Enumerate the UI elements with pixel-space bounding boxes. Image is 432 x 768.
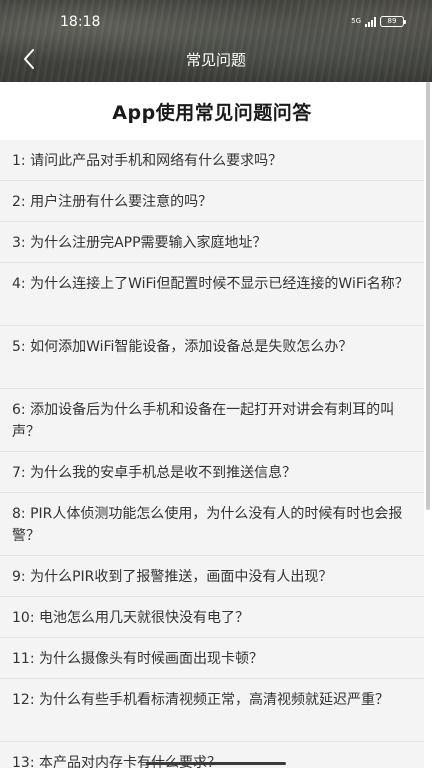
battery-icon: 89 xyxy=(380,16,406,27)
faq-item[interactable]: 12: 为什么有些手机看标清视频正常，高清视频就延迟严重？ xyxy=(0,679,424,742)
faq-list: 1: 请问此产品对手机和网络有什么要求吗？ 2: 用户注册有什么要注意的吗？ 3… xyxy=(0,140,424,768)
faq-item[interactable]: 3: 为什么注册完APP需要输入家庭地址？ xyxy=(0,222,424,263)
faq-item[interactable]: 4: 为什么连接上了WiFi但配置时候不显示已经连接的WiFi名称？ xyxy=(0,263,424,326)
faq-item-text: 2: 用户注册有什么要注意的吗？ xyxy=(12,194,213,210)
status-indicators: 5G 89 xyxy=(351,16,406,27)
faq-content[interactable]: App使用常见问题问答 1: 请问此产品对手机和网络有什么要求吗？ 2: 用户注… xyxy=(0,82,424,768)
network-type-label: 5G xyxy=(351,17,361,25)
scrollbar[interactable] xyxy=(426,82,430,768)
faq-item[interactable]: 7: 为什么我的安卓手机总是收不到推送信息？ xyxy=(0,452,424,493)
faq-item[interactable]: 6: 添加设备后为什么手机和设备在一起打开对讲会有刺耳的叫声？ xyxy=(0,389,424,452)
faq-item[interactable]: 2: 用户注册有什么要注意的吗？ xyxy=(0,181,424,222)
faq-item[interactable]: 1: 请问此产品对手机和网络有什么要求吗？ xyxy=(0,140,424,181)
faq-item-text: 1: 请问此产品对手机和网络有什么要求吗？ xyxy=(12,153,283,169)
faq-item[interactable]: 11: 为什么摄像头有时候画面出现卡顿？ xyxy=(0,638,424,679)
faq-item-text: 9: 为什么PIR收到了报警推送，画面中没有人出现？ xyxy=(12,569,333,585)
faq-item[interactable]: 8: PIR人体侦测功能怎么使用，为什么没有人的时候有时也会报警？ xyxy=(0,493,424,556)
faq-item[interactable]: 10: 电池怎么用几天就很快没有电了？ xyxy=(0,597,424,638)
scroll-thumb[interactable] xyxy=(426,82,430,510)
page-title: 常见问题 xyxy=(185,51,246,69)
faq-item-text: 12: 为什么有些手机看标清视频正常，高清视频就延迟严重？ xyxy=(12,692,389,708)
faq-heading: App使用常见问题问答 xyxy=(112,101,312,124)
battery-level: 89 xyxy=(387,17,397,25)
faq-item-text: 8: PIR人体侦测功能怎么使用，为什么没有人的时候有时也会报警？ xyxy=(12,506,403,544)
status-time: 18:18 xyxy=(60,14,101,30)
faq-item-text: 3: 为什么注册完APP需要输入家庭地址？ xyxy=(12,235,267,251)
home-indicator[interactable] xyxy=(146,762,286,765)
faq-item[interactable]: 9: 为什么PIR收到了报警推送，画面中没有人出现？ xyxy=(0,556,424,597)
nav-bar: 常见问题 xyxy=(0,40,432,78)
faq-item-text: 6: 添加设备后为什么手机和设备在一起打开对讲会有刺耳的叫声？ xyxy=(12,402,395,440)
faq-item-text: 7: 为什么我的安卓手机总是收不到推送信息？ xyxy=(12,465,297,481)
signal-icon xyxy=(365,16,376,27)
status-bar: 18:18 5G 89 xyxy=(0,0,432,44)
faq-item-text: 5: 如何添加WiFi智能设备，添加设备总是失败怎么办？ xyxy=(12,339,353,355)
faq-item-text: 11: 为什么摄像头有时候画面出现卡顿？ xyxy=(12,651,263,667)
faq-item[interactable]: 5: 如何添加WiFi智能设备，添加设备总是失败怎么办？ xyxy=(0,326,424,389)
faq-item-text: 4: 为什么连接上了WiFi但配置时候不显示已经连接的WiFi名称？ xyxy=(12,276,409,292)
faq-item-text: 10: 电池怎么用几天就很快没有电了？ xyxy=(12,610,249,626)
